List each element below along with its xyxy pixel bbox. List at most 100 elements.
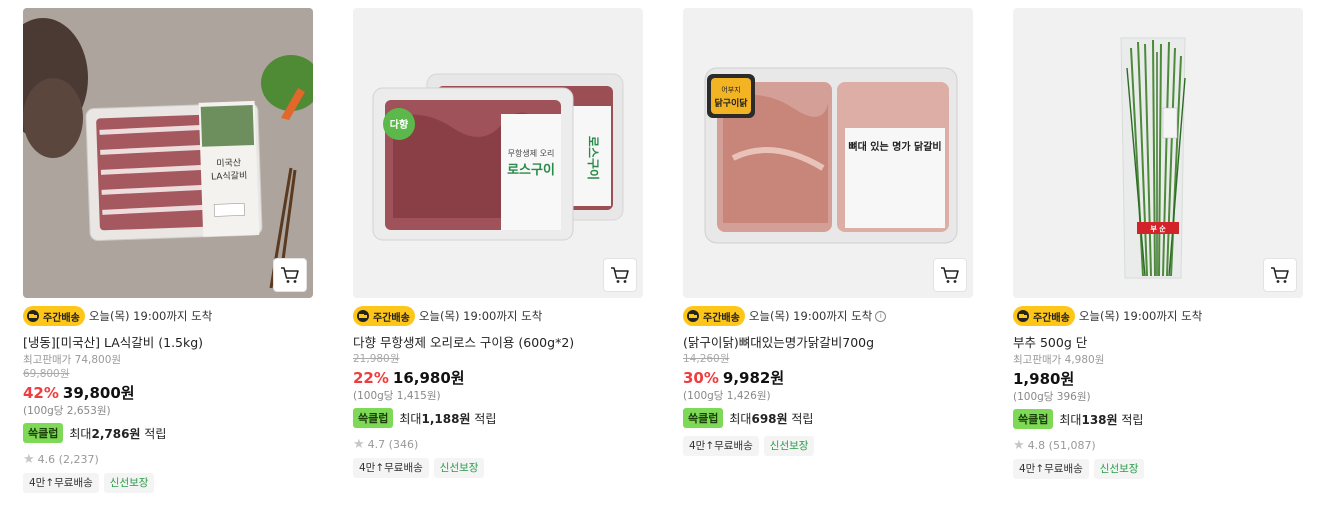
product-card[interactable]: 로스구이 무항생제 오리 로스구이 다향 주간배송 오늘(목) 19:00까지 …: [353, 8, 643, 478]
la-galbi-photo: 미국산 LA식갈비: [23, 8, 313, 298]
ssg-club-badge: 쓱클럽: [683, 408, 724, 428]
reward-info: 쓱클럽 최대138원 적립: [1013, 409, 1303, 429]
sale-price: 1,980원: [1013, 370, 1075, 388]
add-to-cart-button[interactable]: [933, 258, 967, 292]
fresh-guarantee-tag: 신선보장: [103, 473, 155, 493]
ssg-club-badge: 쓱클럽: [1013, 409, 1054, 429]
weekly-delivery-badge: 주간배송: [353, 306, 415, 326]
product-image[interactable]: 미국산 LA식갈비: [23, 8, 313, 298]
product-name[interactable]: [냉동][미국산] LA식갈비 (1.5kg): [23, 334, 313, 352]
add-to-cart-button[interactable]: [1263, 258, 1297, 292]
product-image[interactable]: 로스구이 무항생제 오리 로스구이 다향: [353, 8, 643, 298]
rating-score: 4.8: [1027, 438, 1046, 452]
reward-text: 최대2,786원 적립: [69, 426, 167, 441]
original-price: 69,800원: [23, 368, 70, 380]
delivery-info: 주간배송 오늘(목) 19:00까지 도착 i: [683, 306, 973, 326]
duck-roast-photo: 로스구이 무항생제 오리 로스구이 다향: [353, 8, 643, 298]
discount-rate: 30%: [683, 369, 719, 387]
fresh-guarantee-tag: 신선보장: [763, 436, 815, 456]
rating: ★ 4.7 (346): [353, 435, 643, 453]
free-shipping-tag: 4만↑무료배송: [1013, 459, 1089, 479]
unit-price: (100g당 1,415원): [353, 390, 441, 402]
rating-score: 4.7: [367, 437, 386, 451]
cart-icon: [611, 267, 629, 283]
max-price: 최고판매가 74,800원: [23, 354, 122, 366]
product-image[interactable]: 뼈대 있는 명가 닭갈비 어부지 닭구이닭: [683, 8, 973, 298]
product-name[interactable]: 부추 500g 단: [1013, 334, 1303, 352]
discount-rate: 42%: [23, 384, 59, 402]
ssg-club-badge: 쓱클럽: [23, 423, 64, 443]
cart-icon: [941, 267, 959, 283]
free-shipping-tag: 4만↑무료배송: [353, 458, 429, 478]
arrival-time: 오늘(목) 19:00까지 도착: [1078, 309, 1203, 323]
rating-score: 4.6: [37, 452, 56, 466]
star-icon: ★: [23, 451, 35, 467]
package-label-line2: LA식갈비: [211, 170, 248, 182]
brand-logo-main: 닭구이닭: [714, 97, 748, 109]
discount-rate: 22%: [353, 369, 389, 387]
truck-icon: [357, 310, 369, 322]
review-count: (51,087): [1048, 438, 1096, 452]
truck-icon: [27, 310, 39, 322]
original-price: 14,260원: [683, 353, 730, 365]
product-card[interactable]: 뼈대 있는 명가 닭갈비 어부지 닭구이닭 주간배송 오늘(목) 19:00까지…: [683, 8, 973, 456]
reward-info: 쓱클럽 최대2,786원 적립: [23, 423, 313, 443]
product-card[interactable]: 미국산 LA식갈비 주간배송 오늘(목) 19:00까지 도착 [냉동][미국산…: [23, 8, 313, 493]
front-label-small: 무항생제 오리: [508, 148, 555, 158]
back-label: 로스구이: [586, 136, 601, 180]
info-icon[interactable]: i: [875, 310, 887, 322]
product-tags: 4만↑무료배송 신선보장: [683, 436, 973, 456]
product-tags: 4만↑무료배송 신선보장: [1013, 459, 1303, 479]
cart-icon: [1271, 267, 1289, 283]
rating: ★ 4.8 (51,087): [1013, 436, 1303, 454]
package-label-line1: 미국산: [216, 157, 241, 169]
product-image[interactable]: 부 순: [1013, 8, 1303, 298]
reward-info: 쓱클럽 최대1,188원 적립: [353, 408, 643, 428]
star-icon: ★: [353, 436, 365, 452]
truck-icon: [1017, 310, 1029, 322]
product-card[interactable]: 부 순 주간배송 오늘(목) 19:00까지 도착 부추 500g 단 최고판매…: [1013, 8, 1303, 479]
add-to-cart-button[interactable]: [273, 258, 307, 292]
price-row: 1,980원: [1013, 368, 1303, 390]
arrival-time: 오늘(목) 19:00까지 도착: [88, 309, 213, 323]
original-price: 21,980원: [353, 353, 400, 365]
weekly-delivery-badge: 주간배송: [683, 306, 745, 326]
review-count: (346): [388, 437, 419, 451]
sale-price: 9,982원: [722, 369, 785, 387]
free-shipping-tag: 4만↑무료배송: [683, 436, 759, 456]
unit-price: (100g당 2,653원): [23, 405, 111, 417]
free-shipping-tag: 4만↑무료배송: [23, 473, 99, 493]
fresh-guarantee-tag: 신선보장: [433, 458, 485, 478]
price-row: 30% 9,982원: [683, 367, 973, 389]
ssg-club-badge: 쓱클럽: [353, 408, 394, 428]
price-row: 22% 16,980원: [353, 367, 643, 389]
reward-text: 최대1,188원 적립: [399, 411, 497, 426]
product-tags: 4만↑무료배송 신선보장: [353, 458, 643, 478]
add-to-cart-button[interactable]: [603, 258, 637, 292]
review-count: (2,237): [58, 452, 99, 466]
sale-price: 16,980원: [392, 369, 465, 387]
product-name[interactable]: (닭구이닭)뼈대있는명가닭갈비700g: [683, 334, 973, 352]
rating: ★ 4.6 (2,237): [23, 450, 313, 468]
product-name[interactable]: 다향 무항생제 오리로스 구이용 (600g*2): [353, 334, 643, 352]
unit-price: (100g당 396원): [1013, 391, 1091, 403]
max-price: 최고판매가 4,980원: [1013, 354, 1105, 366]
price-row: 42% 39,800원: [23, 382, 313, 404]
arrival-time: 오늘(목) 19:00까지 도착: [418, 309, 543, 323]
cart-icon: [281, 267, 299, 283]
package-label: 뼈대 있는 명가 닭갈비: [848, 140, 941, 153]
brand-logo: 다향: [390, 118, 409, 131]
product-grid: 미국산 LA식갈비 주간배송 오늘(목) 19:00까지 도착 [냉동][미국산…: [0, 0, 1319, 518]
reward-text: 최대698원 적립: [729, 411, 814, 426]
chives-photo: 부 순: [1013, 8, 1303, 298]
sale-price: 39,800원: [62, 384, 135, 402]
star-icon: ★: [1013, 437, 1025, 453]
reward-text: 최대138원 적립: [1059, 412, 1144, 427]
delivery-info: 주간배송 오늘(목) 19:00까지 도착: [23, 306, 313, 326]
front-label-big: 로스구이: [507, 162, 555, 178]
unit-price: (100g당 1,426원): [683, 390, 771, 402]
delivery-info: 주간배송 오늘(목) 19:00까지 도착: [353, 306, 643, 326]
delivery-info: 주간배송 오늘(목) 19:00까지 도착: [1013, 306, 1303, 326]
band-label: 부 순: [1150, 224, 1166, 233]
weekly-delivery-badge: 주간배송: [1013, 306, 1075, 326]
